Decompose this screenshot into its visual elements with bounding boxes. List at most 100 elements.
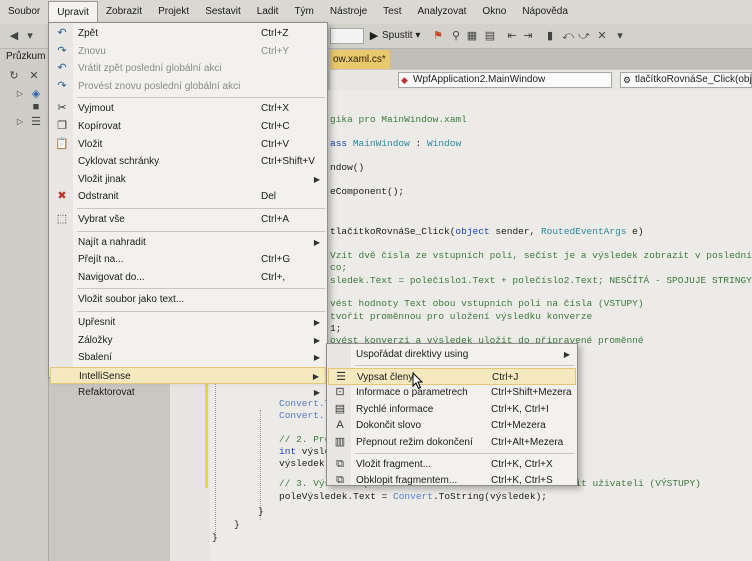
menu-item-najit-a-nahradit[interactable]: Najít a nahradit ▶ (50, 234, 326, 251)
run-button[interactable]: Spustit ▾ (382, 30, 420, 41)
expand-icon[interactable]: ▷ (14, 88, 26, 100)
reference-icon[interactable]: ■ (30, 101, 42, 113)
clear-bookmarks-icon[interactable]: ✕ (596, 30, 608, 42)
menu-item-cyklovat-schranky[interactable]: Cyklovat schránky Ctrl+Shift+V (50, 153, 326, 170)
menu-item-sbaleni[interactable]: Sbalení ▶ (50, 349, 326, 366)
menu-item-kopirovat[interactable]: ❐ Kopírovat Ctrl+C (50, 118, 326, 135)
menu-item-shortcut: Ctrl+V (261, 138, 290, 150)
layout-icon[interactable]: ▤ (484, 30, 496, 42)
menu-item-rychle-informace[interactable]: ▤ Rychlé informace Ctrl+K, Ctrl+I (328, 401, 576, 418)
menu-item-refaktorovat[interactable]: Refaktorovat ▶ (50, 384, 326, 401)
menu-analyzovat[interactable]: Analyzovat (410, 0, 475, 24)
menu-item-vlozit-soubor-jako-text[interactable]: Vložit soubor jako text... (50, 291, 326, 308)
menu-item-label: Vypsat členy (357, 371, 414, 383)
menu-item-label: Cyklovat schránky (78, 156, 160, 168)
menu-item-label: Zpět (78, 28, 99, 39)
undo-global-icon: ↶ (57, 62, 67, 75)
prev-bookmark-icon[interactable]: ⤺ (562, 30, 574, 42)
menu-item-vratit-zpet-posledni-globalni-akci[interactable]: ↶ Vrátit zpět poslední globální akci (50, 60, 326, 77)
menu-item-label: IntelliSense (79, 370, 131, 382)
menu-item-usporadat-direktivy-using[interactable]: Uspořádat direktivy using ▶ (328, 346, 576, 363)
menu-zobrazit[interactable]: Zobrazit (98, 0, 150, 24)
menu-item-prepnout-rezim-dokonceni[interactable]: ▥ Přepnout režim dokončení Ctrl+Alt+Mezera (328, 434, 576, 451)
overflow-icon[interactable]: ▾ (614, 30, 626, 42)
menu-item-label: Uspořádat direktivy using (356, 349, 469, 360)
menu-item-upresnit[interactable]: Upřesnit ▶ (50, 314, 326, 331)
menu-separator (77, 97, 325, 99)
menu-test[interactable]: Test (375, 0, 409, 24)
menu-item-vyjmout[interactable]: ✂ Vyjmout Ctrl+X (50, 100, 326, 117)
menu-item-label: Vložit soubor jako text... (78, 294, 185, 306)
menu-item-label: Vyjmout (78, 103, 114, 115)
refresh-icon[interactable]: ↻ (8, 70, 20, 82)
expand-icon[interactable]: ▷ (14, 116, 26, 128)
solution-config-combo[interactable] (330, 28, 364, 44)
member-combo[interactable]: ⚙tlačítkoRovnáSe_Click(object sen (620, 72, 752, 88)
menu-item-shortcut: Ctrl+Mezera (491, 420, 546, 432)
menu-separator (355, 364, 575, 366)
menu-item-dokoncit-slovo[interactable]: A Dokončit slovo Ctrl+Mezera (328, 417, 576, 434)
menu-ladit[interactable]: Ladit (249, 0, 287, 24)
find-icon[interactable]: ⚲ (450, 30, 462, 42)
copy-icon: ❐ (57, 120, 67, 132)
menu-napoveda[interactable]: Nápověda (514, 0, 576, 24)
menu-item-label: Přejít na... (78, 254, 124, 266)
menu-okno[interactable]: Okno (474, 0, 514, 24)
code-line: ndow() (330, 162, 365, 173)
menu-item-informace-o-parametrech[interactable]: ⊡ Informace o parametrech Ctrl+Shift+Mezer… (328, 384, 576, 401)
navigation-bar: ◆ WpfApplication2.MainWindow ⚙ tlačítkoRov… (330, 70, 752, 91)
submenu-arrow-icon: ▶ (312, 371, 319, 381)
file-icon[interactable]: ☰ (30, 116, 42, 128)
method-icon: ⚙ (623, 75, 632, 85)
menu-nastroje[interactable]: Nástroje (322, 0, 375, 24)
menu-projekt[interactable]: Projekt (150, 0, 197, 24)
menu-soubor[interactable]: Soubor (0, 0, 48, 24)
menu-item-label: Vrátit zpět poslední globální akci (78, 63, 222, 75)
menu-item-shortcut: Ctrl+K, Ctrl+X (491, 458, 553, 470)
menu-upravit[interactable]: Upravit (48, 0, 98, 24)
indent-guide (260, 410, 261, 520)
menu-sestavit[interactable]: Sestavit (197, 0, 249, 24)
menu-item-zpet[interactable]: ↶ Zpět Ctrl+Z (50, 25, 326, 42)
play-icon[interactable]: ▶ (368, 30, 380, 42)
menu-item-intellisense[interactable]: IntelliSense ▶ (50, 366, 326, 384)
project-icon[interactable]: ◈ (30, 88, 42, 100)
menu-item-shortcut: Ctrl+Z (261, 28, 289, 39)
menu-item-label: Vybrat vše (78, 214, 125, 225)
bookmark-toggle-icon[interactable]: ▮ (544, 30, 556, 42)
dropdown-icon[interactable]: ▾ (24, 30, 36, 42)
menu-item-obklopit-fragmentem[interactable]: ⧉ Obklopit fragmentem... Ctrl+K, Ctrl+S (328, 472, 576, 489)
run-label: Spustit (382, 30, 413, 41)
back-icon[interactable]: ◀ (8, 30, 20, 42)
class-combo[interactable]: ◆ WpfApplication2.MainWindow (398, 72, 612, 88)
submenu-arrow-icon: ▶ (313, 353, 320, 363)
menu-item-shortcut: Ctrl+X (261, 103, 290, 115)
menu-item-shortcut: Ctrl+, (261, 271, 286, 283)
menu-item-vlozit-fragment[interactable]: ⧉ Vložit fragment... Ctrl+K, Ctrl+X (328, 456, 576, 473)
menu-item-shortcut: Ctrl+J (492, 371, 519, 383)
menu-separator (77, 230, 325, 232)
menu-tym[interactable]: Tým (286, 0, 321, 24)
menu-item-vybrat-vse[interactable]: ⬚ Vybrat vše Ctrl+A (50, 211, 326, 228)
menu-item-shortcut: Ctrl+K, Ctrl+S (491, 475, 553, 487)
close-icon[interactable]: ✕ (28, 70, 40, 82)
menu-item-label: Obklopit fragmentem... (356, 475, 458, 487)
menu-item-zalozky[interactable]: Záložky ▶ (50, 332, 326, 349)
outdent-icon[interactable]: ⇥ (522, 30, 534, 42)
menu-item-odstranit[interactable]: ✖ Odstranit Del (50, 188, 326, 205)
menu-item-provest-znovu-posledni-globalni-akci[interactable]: ↷ Provést znovu poslední globální akci (50, 78, 326, 95)
window-icon[interactable]: ▦ (466, 30, 478, 42)
menu-item-vypsat-cleny[interactable]: ☰ Vypsat členy Ctrl+J (328, 367, 576, 385)
redo-icon: ↷ (57, 44, 67, 57)
menu-item-prejit-na[interactable]: Přejít na... Ctrl+G (50, 251, 326, 268)
tab-mainwindow[interactable]: ow.xaml.cs* (330, 50, 390, 69)
indent-icon[interactable]: ⇤ (506, 30, 518, 42)
menu-item-navigovat-do[interactable]: Navigovat do... Ctrl+, (50, 269, 326, 286)
menu-item-vlozit[interactable]: 📋 Vložit Ctrl+V (50, 136, 326, 153)
menu-item-vlozit-jinak[interactable]: Vložit jinak ▶ (50, 171, 326, 188)
menu-item-znovu[interactable]: ↷ Znovu Ctrl+Y (50, 43, 326, 60)
next-bookmark-icon[interactable]: ⤻ (578, 30, 590, 42)
delete-icon: ✖ (57, 190, 67, 203)
bookmark-icon[interactable]: ⚑ (432, 30, 444, 42)
menu-separator (77, 208, 325, 209)
